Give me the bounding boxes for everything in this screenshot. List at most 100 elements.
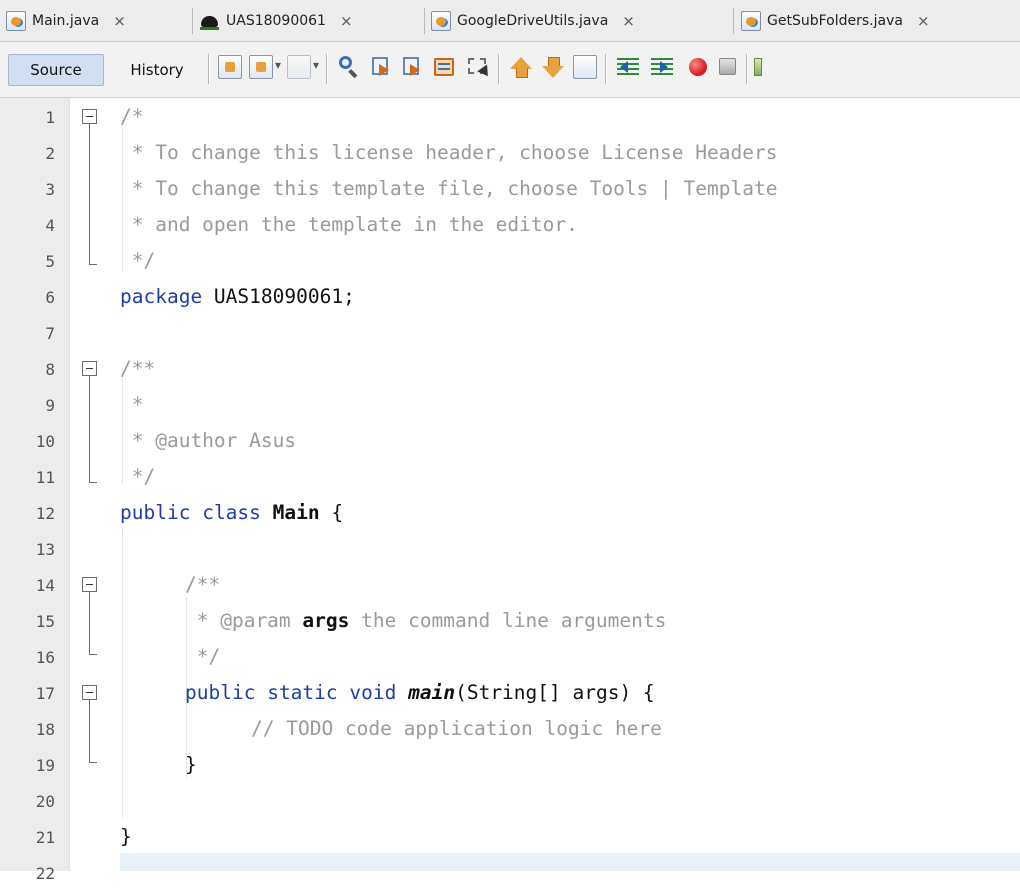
toggle-rectangular-selection-icon[interactable] (466, 55, 490, 79)
project-icon (200, 11, 220, 31)
line-number: 16 (35, 648, 55, 667)
line-number: 17 (35, 684, 55, 703)
code-line[interactable]: 7 (0, 316, 1020, 352)
toolbar-separator (498, 54, 500, 84)
code-text: /* (120, 105, 144, 128)
toolbar-separator (605, 54, 607, 84)
line-number: 4 (45, 216, 55, 235)
line-number: 19 (35, 756, 55, 775)
line-number: 9 (45, 396, 55, 415)
toolbar-separator (326, 54, 328, 84)
code-text: public class Main { (120, 501, 343, 524)
param-name: args (302, 609, 350, 632)
code-text: * and open the template in the editor. (120, 213, 578, 236)
code-text: } (120, 825, 132, 848)
toggle-highlight-icon[interactable] (432, 55, 456, 79)
code-text: * @param args the command line arguments (185, 609, 667, 632)
line-number: 15 (35, 612, 55, 631)
start-macro-recording-icon[interactable] (686, 55, 710, 79)
tab-source[interactable]: Source (8, 54, 104, 86)
line-number: 21 (35, 828, 55, 847)
line-number: 6 (45, 288, 55, 307)
next-bookmark-icon[interactable] (541, 55, 565, 79)
code-text: // TODO code application logic here (251, 717, 662, 740)
line-number: 11 (35, 468, 55, 487)
editor-toolbar: Source History (0, 42, 1020, 98)
code-line[interactable]: 14 /** (0, 568, 1020, 604)
code-text: */ (120, 465, 156, 488)
last-edit-icon[interactable] (218, 55, 242, 79)
toolbar-separator (208, 54, 210, 84)
code-line[interactable]: 2 * To change this license header, choos… (0, 136, 1020, 172)
keyword: public (120, 501, 191, 524)
close-icon[interactable]: × (340, 12, 353, 30)
previous-bookmark-icon[interactable] (509, 55, 533, 79)
code-line[interactable]: 8 /** (0, 352, 1020, 388)
chevron-down-icon[interactable] (275, 58, 283, 72)
forward-icon[interactable] (287, 55, 311, 79)
code-line[interactable]: 3 * To change this template file, choose… (0, 172, 1020, 208)
editor-tab-bar: Main.java × UAS18090061 × GoogleDriveUti… (0, 0, 1020, 42)
chevron-down-icon[interactable] (313, 58, 321, 72)
tab-getsubfolders-java[interactable]: GetSubFolders.java × (741, 8, 930, 34)
find-previous-icon[interactable] (370, 55, 394, 79)
line-number: 14 (35, 576, 55, 595)
keyword: void (349, 681, 397, 704)
comment-text: * @param (185, 609, 303, 632)
code-line[interactable]: 21 } (0, 820, 1020, 856)
stop-macro-recording-icon[interactable] (716, 55, 740, 79)
code-line[interactable]: 22 (0, 856, 1020, 892)
code-line[interactable]: 9 * (0, 388, 1020, 424)
line-number: 10 (35, 432, 55, 451)
line-number: 1 (45, 108, 55, 127)
code-line[interactable]: 6 package UAS18090061; (0, 280, 1020, 316)
find-icon[interactable] (337, 55, 361, 79)
code-line[interactable]: 16 */ (0, 640, 1020, 676)
tab-label: Main.java (32, 13, 100, 29)
code-line[interactable]: 18 // TODO code application logic here (0, 712, 1020, 748)
package-name: UAS18090061; (202, 285, 355, 308)
code-line[interactable]: 17 public static void main(String[] args… (0, 676, 1020, 712)
code-line[interactable]: 4 * and open the template in the editor. (0, 208, 1020, 244)
keyword: class (202, 501, 261, 524)
tab-main-java[interactable]: Main.java × (6, 8, 126, 34)
code-line[interactable]: 19 } (0, 748, 1020, 784)
method-name: main (408, 681, 456, 704)
code-editor[interactable]: 1 /* 2 * To change this license header, … (0, 98, 1020, 883)
back-icon[interactable] (249, 55, 273, 79)
code-line[interactable]: 13 (0, 532, 1020, 568)
shift-right-icon[interactable] (650, 55, 674, 79)
line-number: 8 (45, 360, 55, 379)
shift-left-icon[interactable] (616, 55, 640, 79)
close-icon[interactable]: × (113, 12, 126, 30)
close-icon[interactable]: × (917, 12, 930, 30)
line-number: 18 (35, 720, 55, 739)
keyword: package (120, 285, 203, 308)
tab-label: UAS18090061 (226, 13, 326, 29)
line-number: 5 (45, 252, 55, 271)
code-line[interactable]: 10 * @author Asus (0, 424, 1020, 460)
line-number: 2 (45, 144, 55, 163)
code-line[interactable]: 11 */ (0, 460, 1020, 496)
toolbar-separator (746, 54, 748, 84)
line-number: 7 (45, 324, 55, 343)
keyword: public (185, 681, 256, 704)
code-line[interactable]: 15 * @param args the command line argume… (0, 604, 1020, 640)
tab-label: GoogleDriveUtils.java (457, 13, 609, 29)
tab-googledriveutils-java[interactable]: GoogleDriveUtils.java × (431, 8, 635, 34)
code-line[interactable]: 20 (0, 784, 1020, 820)
code-line[interactable]: 5 */ (0, 244, 1020, 280)
close-icon[interactable]: × (622, 12, 635, 30)
line-number: 22 (35, 864, 55, 883)
code-line[interactable]: 1 /* (0, 100, 1020, 136)
toggle-bookmark-icon[interactable] (573, 55, 597, 79)
code-text: * (120, 393, 144, 416)
find-next-icon[interactable] (401, 55, 425, 79)
tab-history[interactable]: History (114, 54, 200, 86)
tab-divider (733, 8, 734, 34)
method-signature: (String[] args) { (455, 681, 655, 704)
code-line[interactable]: 12 public class Main { (0, 496, 1020, 532)
comment-icon[interactable] (752, 55, 762, 79)
line-number: 13 (35, 540, 55, 559)
tab-uas18090061[interactable]: UAS18090061 × (200, 8, 353, 34)
